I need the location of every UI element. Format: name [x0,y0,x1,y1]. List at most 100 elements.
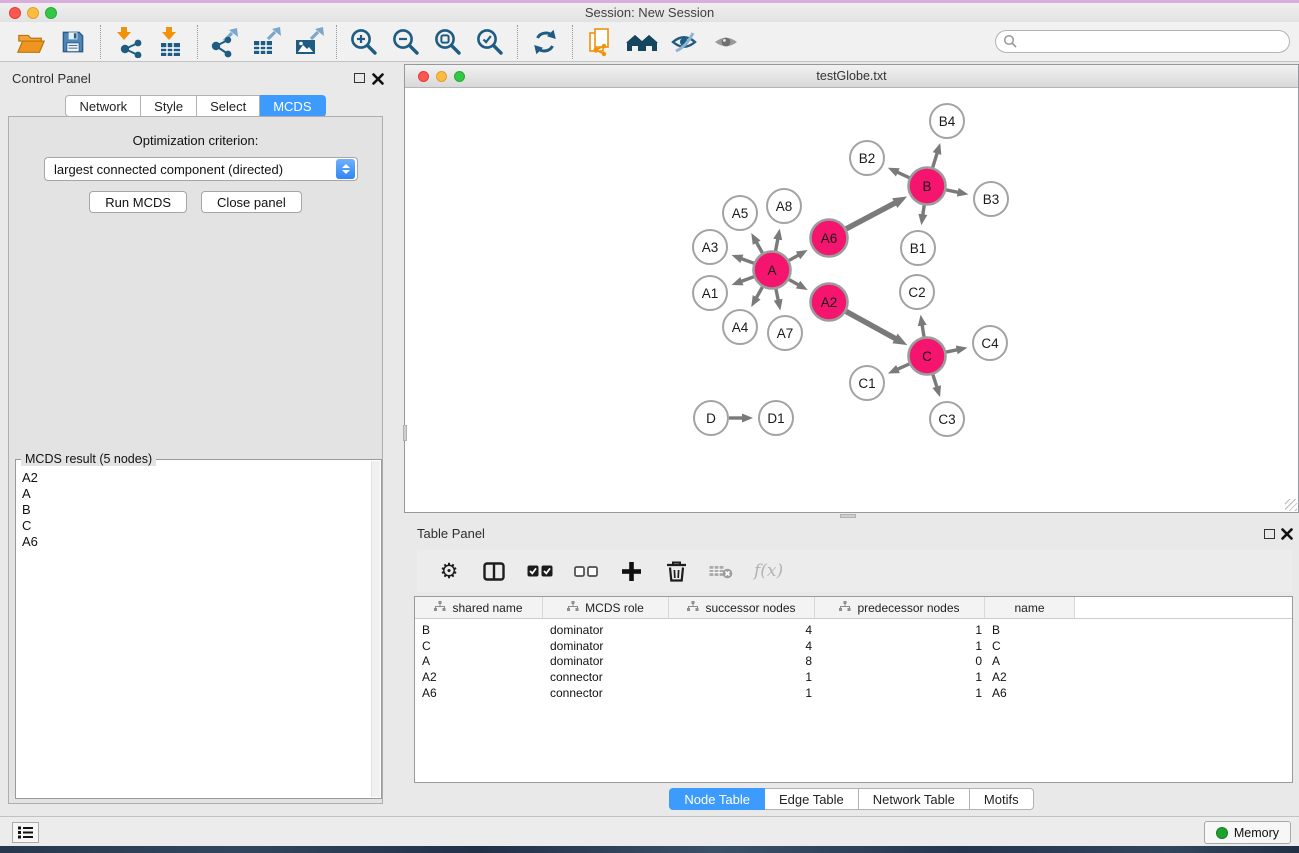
mcds-result-item[interactable]: B [22,502,365,518]
graph-edge-A-A2[interactable] [789,280,799,286]
select-all-checkboxes-icon[interactable] [527,556,553,586]
network-graph[interactable]: B4B2BB3A5A8A6B1A3AC2A1A2A4A7C4CC1C3DD1 [405,88,1298,512]
column-header[interactable]: predecessor nodes [815,597,985,618]
table-cell[interactable]: dominator [543,654,669,668]
table-cell[interactable]: 1 [815,623,985,637]
table-row[interactable]: A6connector11A6 [415,685,1292,701]
graph-edge-A2-C[interactable] [846,311,896,338]
function-builder-icon[interactable]: f(x) [754,556,783,586]
graph-edge-A-A5[interactable] [756,242,762,253]
delete-column-icon[interactable] [664,556,688,586]
table-cell[interactable]: A2 [415,670,543,684]
new-network-from-selection-icon[interactable] [579,24,621,60]
graph-edge-C-C3[interactable] [933,375,937,388]
open-session-icon[interactable] [10,24,52,60]
table-cell[interactable]: A6 [415,686,543,700]
zoom-out-icon[interactable] [385,24,427,60]
graph-edge-A-A4[interactable] [756,287,762,298]
node-table[interactable]: shared nameMCDS rolesuccessor nodesprede… [414,596,1293,783]
window-resize-grip[interactable] [1285,499,1297,511]
table-cell[interactable]: A [415,654,543,668]
column-header[interactable]: successor nodes [669,597,815,618]
graph-edge-C-C1[interactable] [897,364,909,369]
attribute-settings-icon[interactable]: ⚙ [437,556,461,586]
table-cell[interactable]: C [985,639,1075,653]
graph-edge-B-B2[interactable] [897,172,909,178]
show-panels-list-button[interactable] [12,822,39,843]
refresh-view-icon[interactable] [524,24,566,60]
table-cell[interactable]: dominator [543,639,669,653]
graph-edge-A-A8[interactable] [776,238,778,250]
vertical-splitter-handle[interactable] [403,425,407,441]
table-cell[interactable]: 1 [815,670,985,684]
close-panel-button[interactable]: Close panel [201,191,302,213]
table-cell[interactable]: 1 [669,670,815,684]
table-cell[interactable]: dominator [543,623,669,637]
tab-network-table[interactable]: Network Table [859,788,970,810]
table-cell[interactable]: A2 [985,670,1075,684]
export-image-icon[interactable] [288,24,330,60]
mcds-result-item[interactable]: C [22,518,365,534]
import-network-icon[interactable] [107,24,149,60]
graph-edge-C-C2[interactable] [922,325,924,337]
graph-edge-B-B4[interactable] [933,153,938,168]
table-cell[interactable]: 1 [669,686,815,700]
mcds-result-item[interactable]: A6 [22,534,365,550]
mcds-result-item[interactable]: A [22,486,365,502]
zoom-selected-icon[interactable] [469,24,511,60]
graph-edge-A6-B[interactable] [846,203,895,229]
close-panel-icon[interactable] [372,72,384,84]
table-cell[interactable]: connector [543,686,669,700]
add-column-icon[interactable] [619,556,643,586]
column-header[interactable]: name [985,597,1075,618]
zoom-in-icon[interactable] [343,24,385,60]
mcds-result-scrollbar[interactable] [371,461,380,797]
float-table-panel-icon[interactable] [1264,529,1275,539]
table-cell[interactable]: A [985,654,1075,668]
export-table-icon[interactable] [246,24,288,60]
horizontal-splitter-handle[interactable] [840,514,856,518]
tab-mcds[interactable]: MCDS [260,95,325,117]
column-header[interactable]: shared name [415,597,543,618]
graph-edge-A-A6[interactable] [789,255,799,261]
run-mcds-button[interactable]: Run MCDS [89,191,187,213]
graph-edge-B-B3[interactable] [946,190,959,193]
graph-edge-A-A3[interactable] [741,258,754,263]
tab-network[interactable]: Network [65,95,141,117]
column-header[interactable]: MCDS role [543,597,669,618]
table-cell[interactable]: 1 [815,686,985,700]
memory-button[interactable]: Memory [1204,821,1291,844]
table-cell[interactable]: B [415,623,543,637]
graph-edge-C-C4[interactable] [946,350,958,352]
network-canvas[interactable]: B4B2BB3A5A8A6B1A3AC2A1A2A4A7C4CC1C3DD1 [405,88,1298,512]
tab-node-table[interactable]: Node Table [669,788,765,810]
tab-motifs[interactable]: Motifs [970,788,1034,810]
table-row[interactable]: A2connector11A2 [415,669,1292,685]
tab-select[interactable]: Select [197,95,260,117]
table-row[interactable]: Adominator80A [415,654,1292,670]
hide-eye-icon[interactable] [663,24,705,60]
column-view-icon[interactable] [482,556,506,586]
close-table-panel-icon[interactable] [1281,527,1293,539]
mcds-result-item[interactable]: A2 [22,470,365,486]
table-cell[interactable]: B [985,623,1075,637]
table-cell[interactable]: C [415,639,543,653]
export-network-icon[interactable] [204,24,246,60]
table-cell[interactable]: 8 [669,654,815,668]
home-view-icon[interactable] [621,24,663,60]
table-cell[interactable]: 4 [669,623,815,637]
tab-style[interactable]: Style [141,95,197,117]
table-cell[interactable]: 0 [815,654,985,668]
table-cell[interactable]: A6 [985,686,1075,700]
table-row[interactable]: Bdominator41B [415,622,1292,638]
table-cell[interactable]: 4 [669,639,815,653]
float-panel-icon[interactable] [354,73,365,83]
table-row[interactable]: Cdominator41C [415,638,1292,654]
delete-table-icon[interactable] [709,556,733,586]
graph-edge-A-A1[interactable] [741,277,754,282]
import-table-icon[interactable] [149,24,191,60]
table-cell[interactable]: 1 [815,639,985,653]
tab-edge-table[interactable]: Edge Table [765,788,859,810]
graph-edge-B-B1[interactable] [923,205,924,215]
show-eye-icon[interactable] [705,24,747,60]
